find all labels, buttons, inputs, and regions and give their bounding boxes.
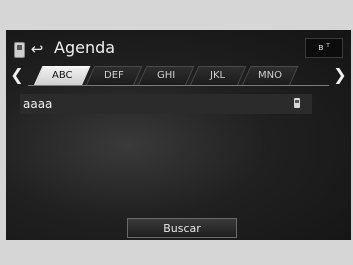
tab-divider <box>28 85 329 86</box>
bluetooth-signal-icon: ʙ ᵀ <box>305 38 343 58</box>
alphabet-tab-bar: ❮ ABC DEF GHI JKL MNO ❯ <box>6 64 351 86</box>
contact-list-item[interactable]: aaaa <box>20 94 312 114</box>
back-arrow-icon[interactable]: ↩ <box>28 40 46 58</box>
tab-jkl[interactable]: JKL <box>189 66 247 86</box>
device-frame: ↩ Agenda ʙ ᵀ ❮ ABC DEF GHI JKL MNO ❯ aaa <box>0 0 353 265</box>
tab-mno[interactable]: MNO <box>241 66 299 86</box>
tab-label: MNO <box>258 70 282 81</box>
page-title: Agenda <box>54 38 116 57</box>
screen: ↩ Agenda ʙ ᵀ ❮ ABC DEF GHI JKL MNO ❯ aaa <box>6 30 351 240</box>
search-button[interactable]: Buscar <box>127 218 237 238</box>
tab-label: GHI <box>156 70 176 81</box>
chevron-left-icon[interactable]: ❮ <box>6 64 28 86</box>
tab-label: JKL <box>210 70 226 81</box>
phone-icon <box>14 42 25 58</box>
contact-name: aaaa <box>23 97 53 111</box>
tab-ghi[interactable]: GHI <box>137 66 195 86</box>
phone-icon <box>294 98 300 108</box>
tab-abc[interactable]: ABC <box>33 66 91 86</box>
chevron-right-icon[interactable]: ❯ <box>329 64 351 86</box>
tab-label: ABC <box>51 70 73 81</box>
tab-label: DEF <box>104 70 124 81</box>
tab-def[interactable]: DEF <box>85 66 143 86</box>
